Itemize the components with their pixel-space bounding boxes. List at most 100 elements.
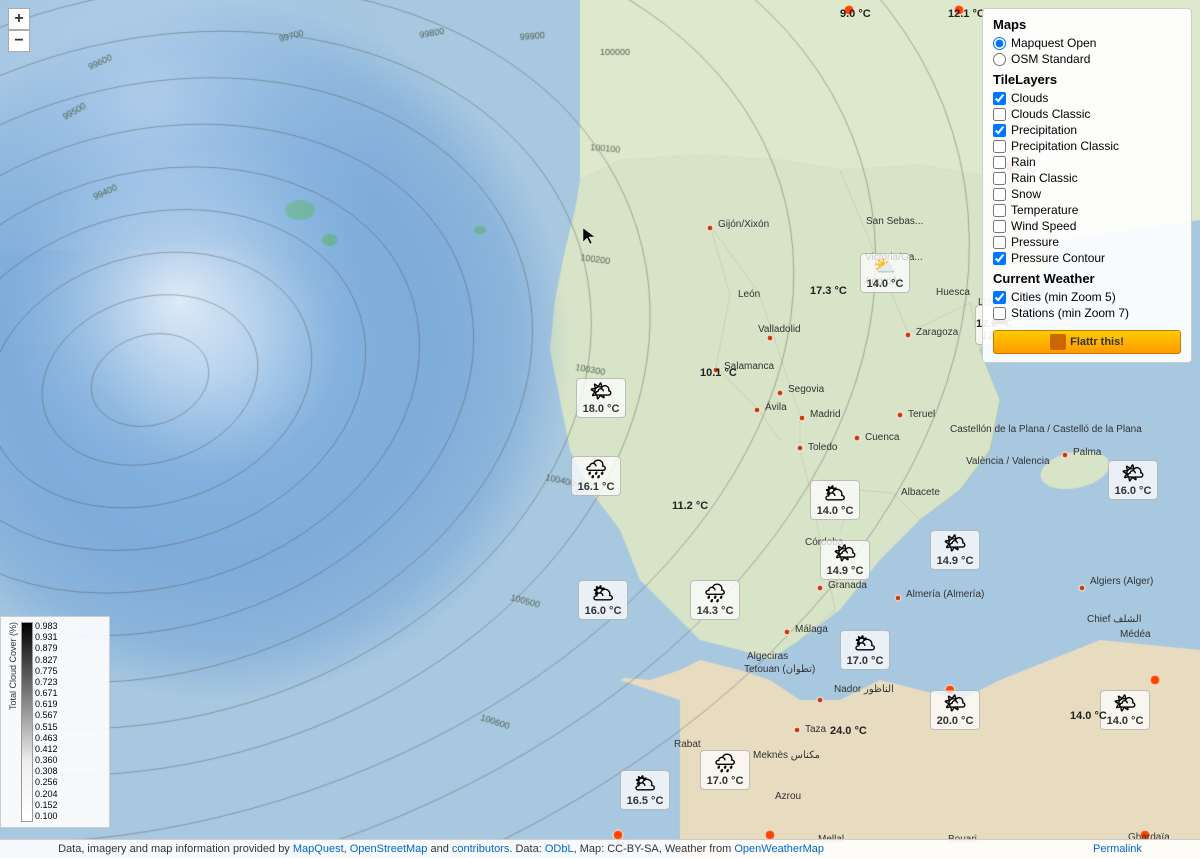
weather-icon: 🌥 — [625, 773, 665, 794]
checkbox-snow[interactable] — [993, 188, 1006, 201]
checkbox-label-rain: Rain — [1011, 155, 1036, 169]
checkbox-label-clouds: Clouds — [1011, 91, 1048, 105]
checkbox-rain[interactable] — [993, 156, 1006, 169]
checkbox-item-clouds_classic[interactable]: Clouds Classic — [993, 107, 1181, 121]
checkbox-item-cw-cities[interactable]: Cities (min Zoom 5) — [993, 290, 1181, 304]
radio-mapquest[interactable] — [993, 37, 1006, 50]
checkbox-label-clouds_classic: Clouds Classic — [1011, 107, 1090, 121]
right-panel: Maps Mapquest Open OSM Standard TileLayer… — [982, 8, 1192, 363]
checkbox-precipitation_classic[interactable] — [993, 140, 1006, 153]
weather-temp: 16.0 °C — [585, 605, 622, 617]
weather-temp: 18.0 °C — [583, 403, 620, 415]
legend-value: 0.879 — [35, 644, 58, 654]
footer-text: Data, imagery and map information provid… — [58, 843, 293, 855]
checkbox-item-precipitation_classic[interactable]: Precipitation Classic — [993, 139, 1181, 153]
footer-link-mapquest[interactable]: MapQuest — [293, 843, 344, 855]
weather-marker-m3[interactable]: 🌥16.0 °C — [578, 580, 628, 620]
zoom-controls: + − — [8, 8, 30, 52]
footer-link-odbl[interactable]: ODbL — [545, 843, 574, 855]
temp-label-1: 12.1 °C — [948, 8, 985, 20]
legend-value: 0.567 — [35, 711, 58, 721]
flattr-button[interactable]: Flattr this! — [993, 330, 1181, 354]
weather-marker-m14[interactable]: 🌤14.0 °C — [1100, 690, 1150, 730]
checkbox-item-snow[interactable]: Snow — [993, 187, 1181, 201]
weather-marker-m8[interactable]: 🌥14.0 °C — [810, 480, 860, 520]
legend-value: 0.723 — [35, 678, 58, 688]
weather-marker-m15[interactable]: 🌤14.9 °C — [820, 540, 870, 580]
checkbox-temperature[interactable] — [993, 204, 1006, 217]
legend: Total Cloud Cover (%) 0.9830.9310.8790.8… — [0, 616, 110, 828]
checkbox-pressure[interactable] — [993, 236, 1006, 249]
legend-value: 0.931 — [35, 633, 58, 643]
temp-label-8: 24.0 °C — [830, 725, 867, 737]
weather-marker-m11[interactable]: 🌤14.9 °C — [930, 530, 980, 570]
weather-temp: 14.9 °C — [937, 555, 974, 567]
legend-value: 0.619 — [35, 700, 58, 710]
footer-permalink[interactable]: Permalink — [1093, 843, 1142, 855]
footer-link-owm[interactable]: OpenWeatherMap — [734, 843, 824, 855]
checkbox-label-pressure: Pressure — [1011, 235, 1059, 249]
weather-icon: 🌧 — [576, 459, 616, 480]
maps-title: Maps — [993, 17, 1181, 32]
legend-value: 0.983 — [35, 622, 58, 632]
footer-link-osm[interactable]: OpenStreetMap — [350, 843, 428, 855]
checkbox-pressure_contour[interactable] — [993, 252, 1006, 265]
radio-item-osm[interactable]: OSM Standard — [993, 52, 1181, 66]
checkbox-item-rain_classic[interactable]: Rain Classic — [993, 171, 1181, 185]
checkbox-label-snow: Snow — [1011, 187, 1041, 201]
checkbox-precipitation[interactable] — [993, 124, 1006, 137]
weather-temp: 16.0 °C — [1115, 485, 1152, 497]
legend-title: Total Cloud Cover (%) — [8, 622, 18, 710]
footer-link-contributors[interactable]: contributors — [452, 843, 509, 855]
legend-content: Total Cloud Cover (%) 0.9830.9310.8790.8… — [6, 622, 104, 822]
weather-icon: 🌤 — [935, 533, 975, 554]
weather-marker-m10[interactable]: 🌤20.0 °C — [930, 690, 980, 730]
weather-icon: 🌤 — [825, 543, 865, 564]
checkbox-item-cw-stations[interactable]: Stations (min Zoom 7) — [993, 306, 1181, 320]
weather-marker-m5[interactable]: ⛅14.0 °C — [860, 253, 910, 293]
legend-value: 0.360 — [35, 756, 58, 766]
tile-layers-title: TileLayers — [993, 72, 1181, 87]
legend-labels: 0.9830.9310.8790.8270.7750.7230.6710.619… — [35, 622, 58, 822]
weather-marker-m9[interactable]: 🌥17.0 °C — [840, 630, 890, 670]
temp-label-6: 11.2 °C — [672, 500, 708, 512]
checkbox-cw-cities[interactable] — [993, 291, 1006, 304]
zoom-in-button[interactable]: + — [8, 8, 30, 30]
radio-osm[interactable] — [993, 53, 1006, 66]
checkbox-rain_classic[interactable] — [993, 172, 1006, 185]
weather-marker-m6[interactable]: 🌧14.3 °C — [690, 580, 740, 620]
checkbox-label-temperature: Temperature — [1011, 203, 1078, 217]
checkbox-item-precipitation[interactable]: Precipitation — [993, 123, 1181, 137]
checkbox-item-pressure_contour[interactable]: Pressure Contour — [993, 251, 1181, 265]
map-container[interactable]: + − 🌤18.0 °C🌧16.1 °C🌥16.0 °C🌥16.5 °C⛅14.… — [0, 0, 1200, 858]
weather-marker-m7[interactable]: 🌧17.0 °C — [700, 750, 750, 790]
weather-marker-m1[interactable]: 🌤18.0 °C — [576, 378, 626, 418]
checkbox-item-wind_speed[interactable]: Wind Speed — [993, 219, 1181, 233]
checkbox-clouds_classic[interactable] — [993, 108, 1006, 121]
weather-temp: 14.0 °C — [1107, 715, 1144, 727]
flattr-icon — [1050, 334, 1066, 350]
checkbox-item-clouds[interactable]: Clouds — [993, 91, 1181, 105]
weather-marker-m2[interactable]: 🌧16.1 °C — [571, 456, 621, 496]
weather-marker-m12[interactable]: 🌤16.0 °C — [1108, 460, 1158, 500]
legend-value: 0.256 — [35, 778, 58, 788]
weather-marker-m4[interactable]: 🌥16.5 °C — [620, 770, 670, 810]
zoom-out-button[interactable]: − — [8, 30, 30, 52]
temp-label-5: 10.1 °C — [700, 367, 737, 379]
legend-value: 0.412 — [35, 745, 58, 755]
checkbox-label-precipitation: Precipitation — [1011, 123, 1077, 137]
weather-icon: ⛅ — [865, 256, 905, 277]
checkbox-clouds[interactable] — [993, 92, 1006, 105]
weather-icon: 🌥 — [845, 633, 885, 654]
temp-label-0: 9.0 °C — [840, 8, 871, 20]
checkbox-wind_speed[interactable] — [993, 220, 1006, 233]
radio-item-mapquest[interactable]: Mapquest Open — [993, 36, 1181, 50]
checkbox-item-rain[interactable]: Rain — [993, 155, 1181, 169]
checkbox-item-pressure[interactable]: Pressure — [993, 235, 1181, 249]
legend-value: 0.463 — [35, 734, 58, 744]
checkbox-cw-stations[interactable] — [993, 307, 1006, 320]
legend-value: 0.671 — [35, 689, 58, 699]
weather-temp: 16.5 °C — [627, 795, 664, 807]
radio-label-osm: OSM Standard — [1011, 52, 1090, 66]
checkbox-item-temperature[interactable]: Temperature — [993, 203, 1181, 217]
